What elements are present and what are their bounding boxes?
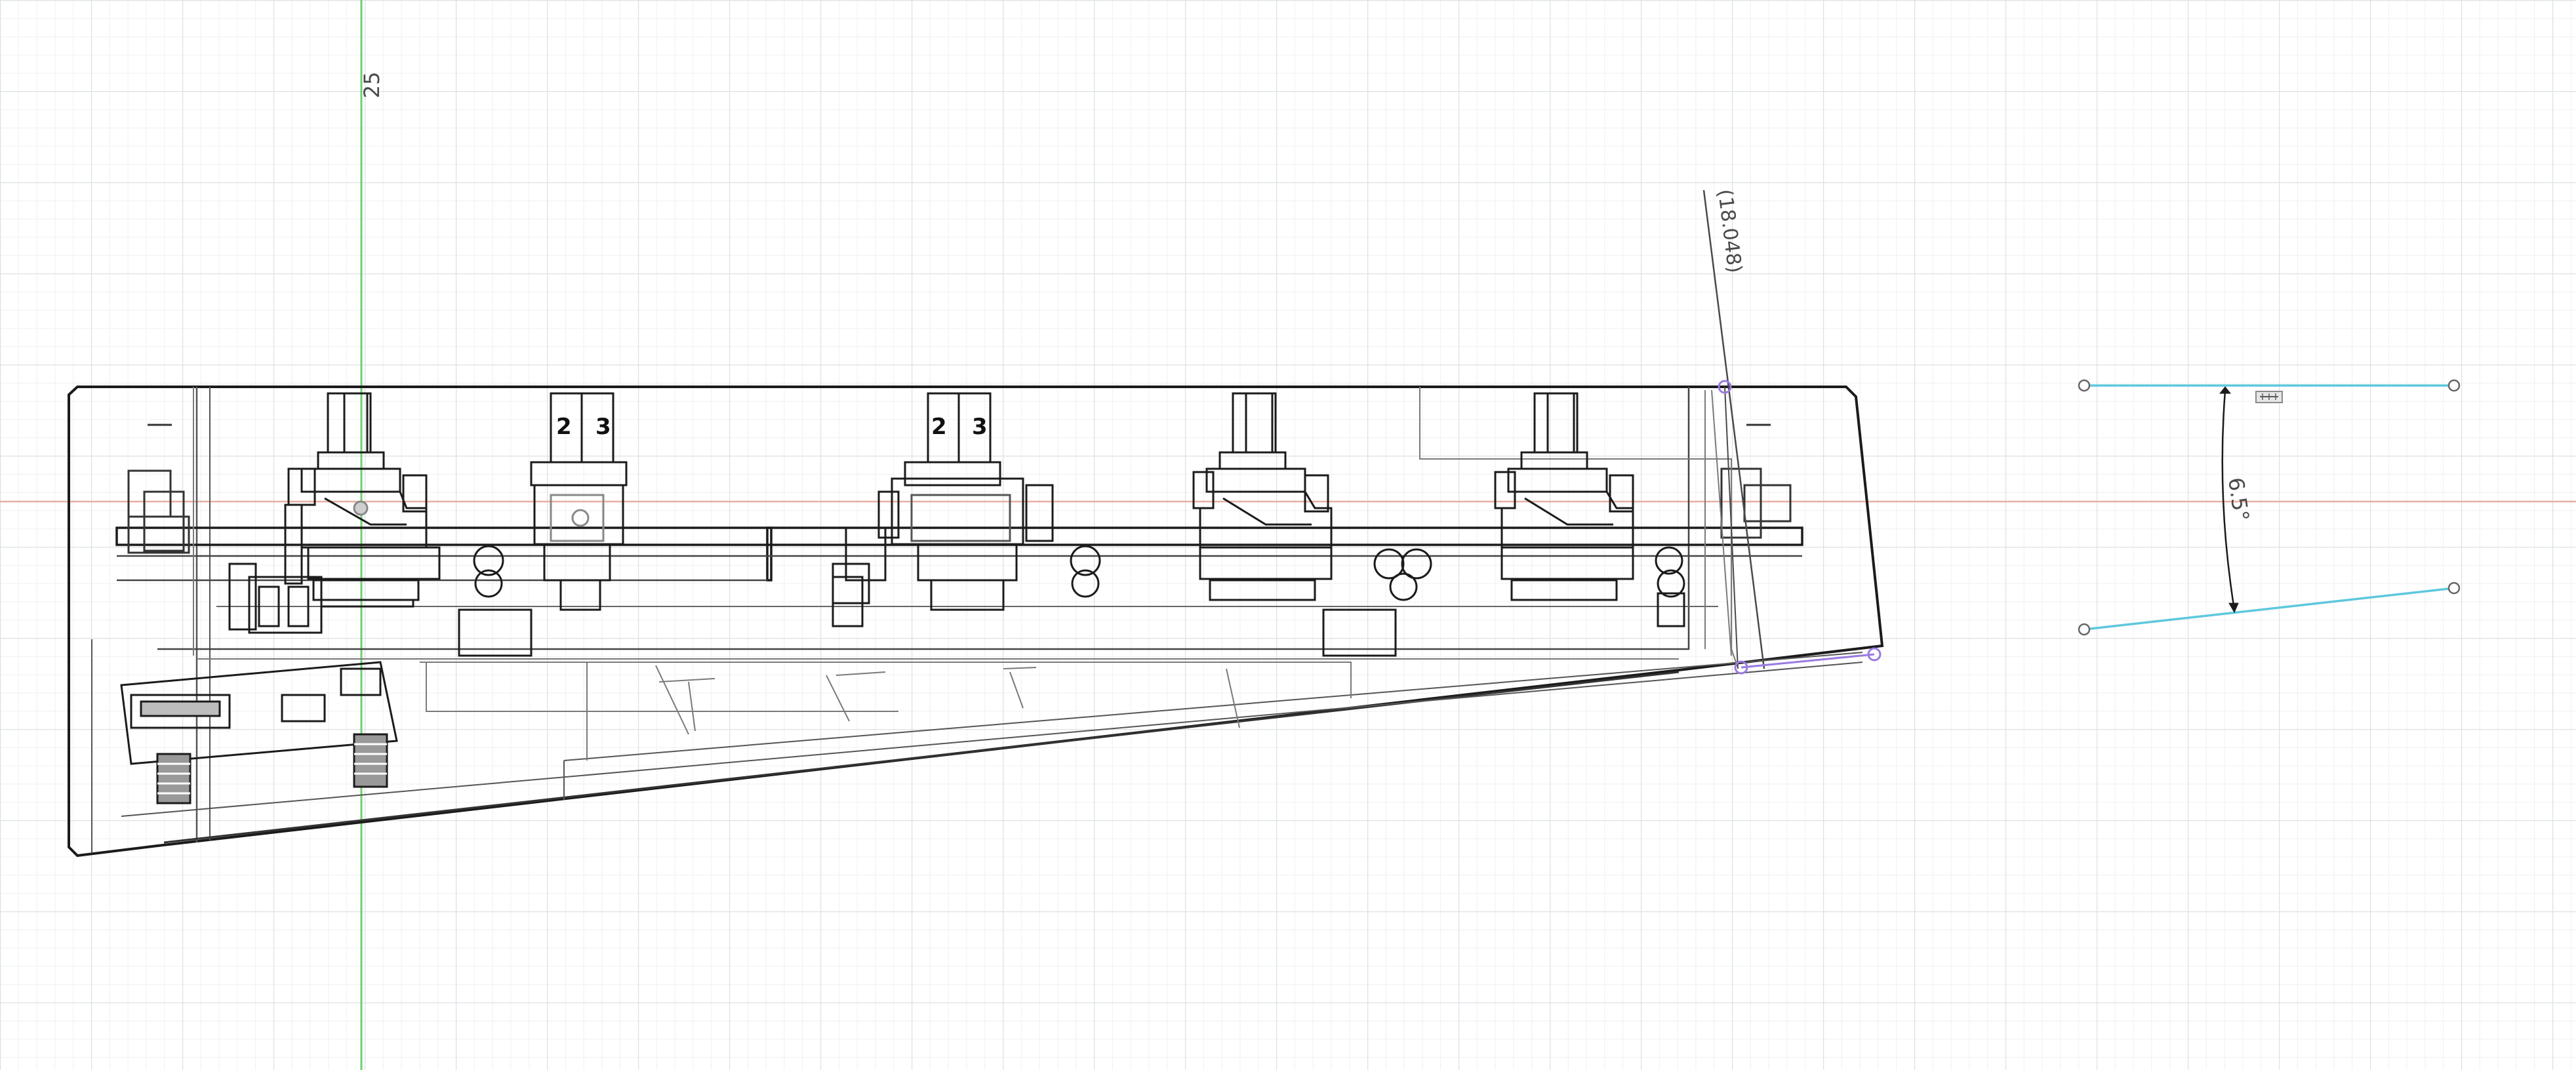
key-legend-3a: 3	[595, 414, 611, 440]
key-legend-2b: 2	[931, 414, 947, 440]
key-legend-3b: 3	[972, 414, 988, 440]
horizontal-constraint-icon[interactable]	[2255, 391, 2283, 403]
design-canvas[interactable]: 25 2 3 2 3 (18.048) 6.5°	[0, 0, 2576, 1070]
key-legend-2a: 2	[556, 414, 572, 440]
viewport-svg[interactable]: 25 2 3 2 3 (18.048) 6.5°	[0, 0, 2576, 1070]
axis-label-25: 25	[359, 71, 384, 98]
grid	[0, 0, 2576, 1070]
